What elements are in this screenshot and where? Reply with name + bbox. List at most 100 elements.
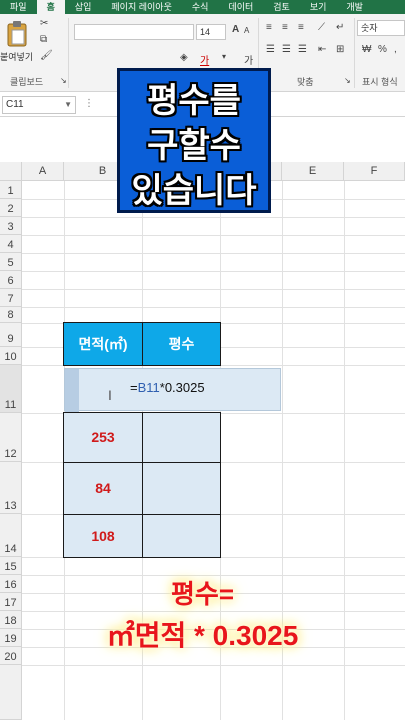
- row-header-6[interactable]: 6: [0, 271, 22, 289]
- row-number: 1: [7, 185, 14, 197]
- formula-cell-ref: B11: [137, 380, 160, 395]
- tab-home[interactable]: 홈: [36, 0, 65, 14]
- wrap-text-icon[interactable]: ↵: [336, 22, 344, 33]
- merge-icon[interactable]: ⊞: [336, 44, 344, 55]
- table-cell-pyeong[interactable]: [142, 462, 221, 515]
- tab-view[interactable]: 보기: [300, 0, 337, 14]
- comma-icon[interactable]: ,: [394, 44, 397, 55]
- text-cursor-icon: I: [108, 387, 112, 403]
- row-number: 13: [4, 500, 17, 512]
- grow-font-icon[interactable]: A: [232, 24, 239, 35]
- indent-icon[interactable]: ⇤: [318, 44, 326, 55]
- tab-insert[interactable]: 삽입: [65, 0, 102, 14]
- row-number: 11: [4, 399, 17, 411]
- align-center-icon[interactable]: ☰: [282, 44, 291, 55]
- number-group-label: 표시 형식: [362, 77, 398, 87]
- select-all-corner[interactable]: [0, 162, 22, 181]
- table-cell-area[interactable]: 84: [63, 462, 143, 515]
- row-number: 10: [4, 351, 17, 363]
- formula-text: =B11*0.3025: [130, 380, 205, 395]
- row-number: 3: [7, 221, 14, 233]
- phonetic-icon[interactable]: 가: [244, 52, 253, 67]
- gridline: [22, 289, 405, 290]
- paste-button[interactable]: 붙여넣기: [0, 50, 33, 63]
- row-header-13[interactable]: 13: [0, 462, 22, 514]
- tab-formulas[interactable]: 수식: [182, 0, 219, 14]
- row-header-5[interactable]: 5: [0, 253, 22, 271]
- title-overlay: 평수를 구할수 있습니다: [117, 68, 271, 213]
- font-color-dropdown-icon[interactable]: ▾: [222, 52, 226, 61]
- formula-rest: *0.3025: [159, 380, 205, 395]
- row-header-blank: [0, 665, 22, 720]
- clipboard-group-label: 클립보드: [10, 77, 44, 87]
- title-line-3: 있습니다: [131, 172, 257, 210]
- name-box[interactable]: C11 ▼: [2, 96, 76, 114]
- row-number: 15: [4, 561, 17, 573]
- font-size-value: 14: [200, 27, 211, 37]
- title-line-1: 평수를: [147, 82, 241, 120]
- copy-icon[interactable]: ⧉: [40, 34, 47, 45]
- row-header-15[interactable]: 15: [0, 557, 22, 575]
- number-format-select[interactable]: 숫자: [357, 20, 405, 36]
- tab-data[interactable]: 데이터: [218, 0, 263, 14]
- row-header-2[interactable]: 2: [0, 199, 22, 217]
- gridline: [22, 665, 405, 666]
- align-right-icon[interactable]: ☰: [298, 44, 307, 55]
- row-header-9[interactable]: 9: [0, 323, 22, 347]
- align-left-icon[interactable]: ☰: [266, 44, 275, 55]
- gridline: [22, 217, 405, 218]
- table-header-area[interactable]: 면적(㎡): [63, 322, 143, 366]
- row-header-14[interactable]: 14: [0, 514, 22, 557]
- table-cell-pyeong[interactable]: [142, 514, 221, 558]
- name-box-value: C11: [6, 99, 24, 110]
- percent-icon[interactable]: %: [378, 44, 387, 55]
- column-header-e[interactable]: E: [282, 162, 344, 181]
- cell-edit-indicator: [65, 369, 79, 412]
- align-bottom-icon[interactable]: ≡: [298, 22, 304, 33]
- font-size-box[interactable]: 14: [196, 24, 226, 40]
- tab-developer[interactable]: 개발: [336, 0, 373, 14]
- align-top-icon[interactable]: ≡: [266, 22, 272, 33]
- clipboard-launcher-icon[interactable]: ↘: [60, 76, 67, 85]
- shrink-font-icon[interactable]: A: [244, 26, 249, 35]
- table-cell-area[interactable]: 253: [63, 412, 143, 463]
- align-launcher-icon[interactable]: ↘: [344, 76, 351, 85]
- row-number: 2: [7, 203, 14, 215]
- tab-review[interactable]: 검토: [263, 0, 300, 14]
- row-header-4[interactable]: 4: [0, 235, 22, 253]
- column-header-a[interactable]: A: [22, 162, 64, 181]
- group-separator: [354, 18, 355, 88]
- row-header-1[interactable]: 1: [0, 181, 22, 199]
- currency-icon[interactable]: ₩: [362, 44, 371, 55]
- row-header-3[interactable]: 3: [0, 217, 22, 235]
- orientation-icon[interactable]: ⟋: [318, 22, 325, 33]
- number-format-value: 숫자: [361, 23, 378, 33]
- row-number: 4: [7, 239, 14, 251]
- table-cell-area[interactable]: 108: [63, 514, 143, 558]
- row-header-10[interactable]: 10: [0, 347, 22, 365]
- row-number: 7: [7, 293, 14, 305]
- row-number: 12: [4, 448, 17, 460]
- format-painter-icon[interactable]: 🖌: [40, 50, 53, 61]
- paste-icon[interactable]: [6, 20, 28, 48]
- table-header-pyeong[interactable]: 평수: [142, 322, 221, 366]
- gridline: [22, 235, 405, 236]
- row-header-7[interactable]: 7: [0, 289, 22, 307]
- cut-icon[interactable]: ✂: [40, 18, 48, 29]
- tab-page-layout[interactable]: 페이지 레이아웃: [101, 0, 181, 14]
- align-middle-icon[interactable]: ≡: [282, 22, 288, 33]
- align-group-label: 맞춤: [297, 77, 314, 87]
- font-color-icon[interactable]: 가: [200, 52, 209, 67]
- chevron-down-icon[interactable]: ▼: [64, 97, 72, 113]
- ribbon-tabs: 파일 홈 삽입 페이지 레이아웃 수식 데이터 검토 보기 개발: [0, 0, 405, 14]
- caption-line-2: ㎡면적 * 0.3025: [106, 620, 299, 651]
- table-cell-pyeong[interactable]: [142, 412, 221, 463]
- column-header-f[interactable]: F: [344, 162, 405, 181]
- row-header-8[interactable]: 8: [0, 307, 22, 323]
- tab-file[interactable]: 파일: [0, 0, 37, 14]
- font-name-box[interactable]: [74, 24, 194, 40]
- fill-color-icon[interactable]: ◈: [180, 52, 188, 63]
- row-number: 9: [7, 333, 14, 345]
- row-header-12[interactable]: 12: [0, 413, 22, 462]
- row-header-11[interactable]: 11: [0, 365, 22, 413]
